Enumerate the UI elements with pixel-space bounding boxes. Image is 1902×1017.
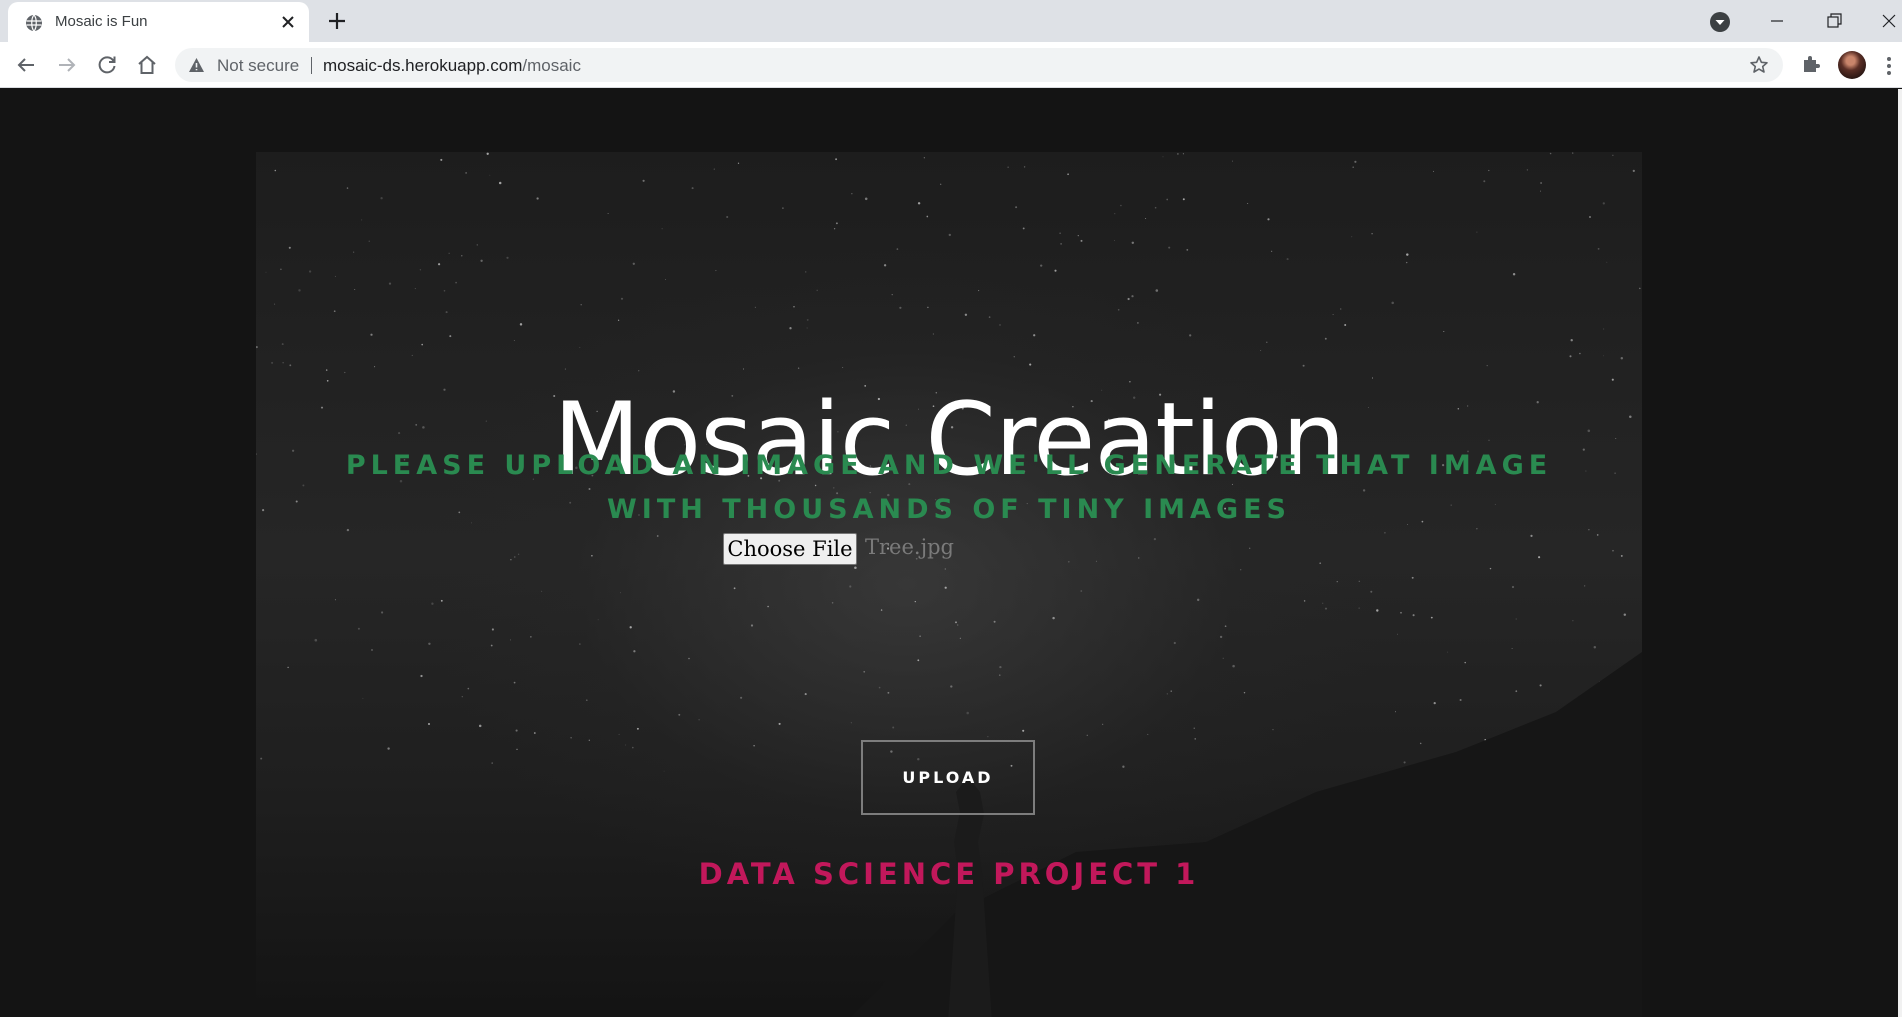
close-icon[interactable] [278,12,298,32]
project-label: DATA SCIENCE PROJECT 1 [698,857,1200,891]
url-text[interactable]: mosaic-ds.herokuapp.com/mosaic [323,56,581,76]
url-host: mosaic-ds.herokuapp.com [323,56,523,75]
window-close-icon[interactable] [1874,6,1902,36]
page-subtitle: PLEASE UPLOAD AN IMAGE AND WE'LL GENERAT… [345,450,1553,525]
tab-search-icon[interactable] [1709,11,1731,33]
hero-section: Mosaic Creation PLEASE UPLOAD AN IMAGE A… [256,152,1642,1017]
tab-strip: Mosaic is Fun [0,0,1902,42]
forward-arrow-icon[interactable] [55,53,79,77]
upload-button[interactable]: UPLOAD [861,740,1035,815]
choose-file-button[interactable]: Choose File [723,533,857,565]
star-icon[interactable] [1749,55,1769,75]
selected-file-name: Tree.jpg [865,535,954,559]
scrollbar[interactable] [1898,89,1902,1017]
browser-toolbar: Not secure mosaic-ds.herokuapp.com/mosai… [0,42,1902,88]
kebab-menu-icon[interactable] [1882,54,1896,78]
back-arrow-icon[interactable] [14,53,38,77]
avatar[interactable] [1838,51,1866,79]
puzzle-icon[interactable] [1800,53,1822,75]
tab-title: Mosaic is Fun [55,13,148,30]
warning-icon[interactable] [188,57,205,73]
page-viewport: Mosaic Creation PLEASE UPLOAD AN IMAGE A… [0,89,1898,1017]
address-bar[interactable]: Not secure mosaic-ds.herokuapp.com/mosai… [175,48,1783,82]
address-separator [311,57,312,74]
reload-icon[interactable] [95,53,119,77]
maximize-icon[interactable] [1819,6,1849,36]
minimize-icon[interactable] [1762,6,1792,36]
plus-icon[interactable] [325,9,349,33]
url-path: /mosaic [522,56,581,75]
globe-icon [26,14,42,32]
browser-tab[interactable]: Mosaic is Fun [8,2,309,42]
security-label[interactable]: Not secure [217,56,299,76]
home-icon[interactable] [135,53,159,77]
